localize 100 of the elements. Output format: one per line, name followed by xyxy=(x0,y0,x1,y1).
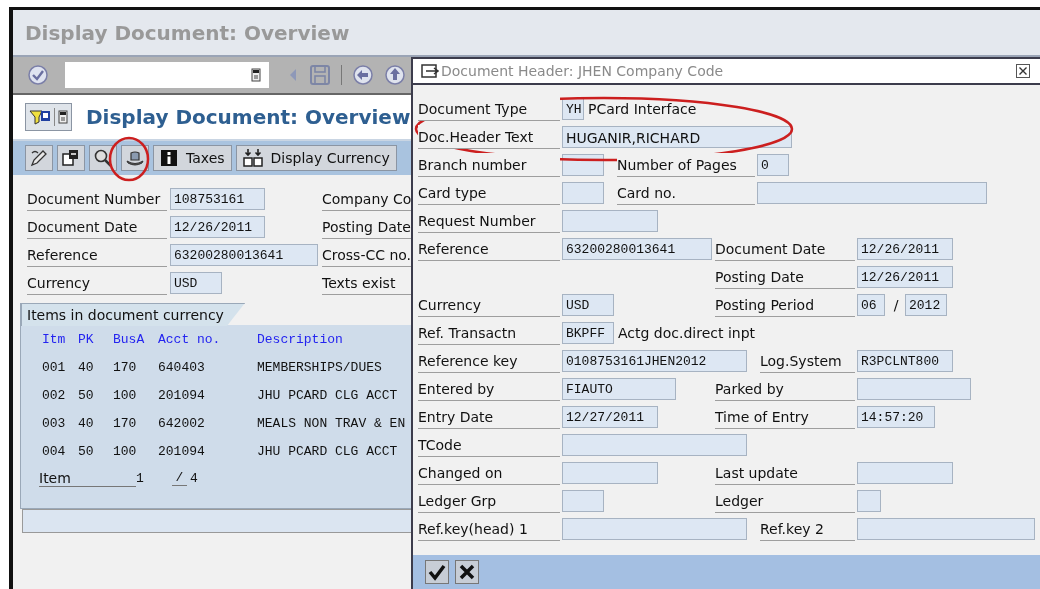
table-cell-text: 170 xyxy=(113,415,138,431)
save-icon[interactable] xyxy=(309,64,331,86)
window-title: Display Document: Overview xyxy=(25,20,350,45)
table-cell-text: JHU PCARD CLG ACCT xyxy=(257,443,399,459)
input-field[interactable]: 12/26/2011 xyxy=(170,216,265,238)
input-field[interactable]: 63200280013641 xyxy=(562,238,712,260)
command-field[interactable] xyxy=(65,62,269,88)
table-cell-text: 642002 xyxy=(158,415,206,431)
input-field[interactable] xyxy=(857,518,1035,540)
input-field[interactable]: 12/27/2011 xyxy=(562,406,658,428)
table-cell-text: 001 xyxy=(42,359,67,375)
input-field[interactable]: BKPFF xyxy=(562,322,614,344)
zoom-button[interactable] xyxy=(89,145,117,171)
table-cell-text: 50 xyxy=(78,387,95,403)
input-field[interactable]: USD xyxy=(170,272,222,294)
input-field[interactable]: R3PCLNT800 xyxy=(857,350,953,372)
table-cell-text: 40 xyxy=(78,415,95,431)
up-icon[interactable] xyxy=(384,64,406,86)
item-total: 4 xyxy=(189,470,198,486)
input-field[interactable]: 2012 xyxy=(905,294,947,316)
items-tab[interactable]: Items in document currency xyxy=(21,303,245,326)
table-cell-text: 170 xyxy=(113,359,138,375)
input-field[interactable]: 63200280013641 xyxy=(170,244,318,266)
input-field[interactable]: 06 xyxy=(857,294,885,316)
switch-button[interactable] xyxy=(57,145,85,171)
header-button[interactable] xyxy=(121,145,149,171)
item-position: 1 xyxy=(136,470,145,486)
field-label: Document Date xyxy=(27,215,167,239)
table-cell-text: 201094 xyxy=(158,387,206,403)
menu-button[interactable] xyxy=(25,103,72,131)
input-field[interactable] xyxy=(562,434,747,456)
field-text: Actg doc.direct inpt xyxy=(618,325,756,341)
taxes-button[interactable]: Taxes xyxy=(153,145,232,171)
close-icon[interactable] xyxy=(1016,64,1030,78)
table-cell-text: 100 xyxy=(113,387,138,403)
display-currency-button[interactable]: Display Currency xyxy=(235,145,397,171)
field-label: Doc.Header Text xyxy=(418,125,560,149)
magnifier-icon xyxy=(93,148,113,168)
table-cell-text: MEMBERSHIPS/DUES xyxy=(257,359,383,375)
input-field[interactable] xyxy=(562,182,604,204)
info-icon xyxy=(160,149,178,167)
input-field[interactable]: HUGANIR,RICHARD xyxy=(562,126,792,148)
dropdown-icon xyxy=(58,110,68,124)
input-field[interactable]: 108753161 xyxy=(170,188,265,210)
screen-title: Display Document: Overview xyxy=(86,105,411,129)
document-switch-icon xyxy=(61,148,81,168)
table-cell-text: 201094 xyxy=(158,443,206,459)
cancel-button[interactable] xyxy=(455,560,479,584)
input-field[interactable] xyxy=(757,182,987,204)
input-field[interactable]: YH xyxy=(562,98,584,120)
field-text: PCard Interface xyxy=(588,101,697,117)
cross-icon xyxy=(458,563,476,581)
back-icon[interactable] xyxy=(352,64,374,86)
column-header: Description xyxy=(257,331,344,347)
input-field[interactable]: 12/26/2011 xyxy=(857,266,953,288)
table-cell-text: 40 xyxy=(78,359,95,375)
field-label: Currency xyxy=(27,271,167,295)
table-cell-text: 002 xyxy=(42,387,67,403)
field-label: Number of Pages xyxy=(617,153,755,177)
column-header: PK xyxy=(78,331,95,347)
confirm-button[interactable] xyxy=(425,560,449,584)
dropdown-icon xyxy=(251,68,261,82)
hat-icon xyxy=(125,148,145,168)
edit-button[interactable] xyxy=(25,145,53,171)
check-icon xyxy=(428,563,446,581)
table-cell-text: 003 xyxy=(42,415,67,431)
dialog-icon xyxy=(421,63,439,79)
table-cell-text: 100 xyxy=(113,443,138,459)
input-field[interactable]: 14:57:20 xyxy=(857,406,935,428)
table-cell-text: 50 xyxy=(78,443,95,459)
input-field[interactable]: 0 xyxy=(757,154,789,176)
input-field[interactable] xyxy=(857,378,971,400)
field-label: Reference xyxy=(27,243,167,267)
display-change-icon xyxy=(29,108,51,126)
input-field[interactable]: 0108753161JHEN2012 xyxy=(562,350,747,372)
input-field[interactable] xyxy=(857,490,881,512)
separator-text: / xyxy=(892,297,900,313)
column-header: BusA xyxy=(113,331,146,347)
column-header: Acct no. xyxy=(158,331,222,347)
field-label: Document Type xyxy=(418,97,560,121)
table-cell-text: MEALS NON TRAV & EN xyxy=(257,415,407,431)
input-field[interactable]: USD xyxy=(562,294,614,316)
field-label: Branch number xyxy=(418,153,560,177)
input-field[interactable] xyxy=(562,210,658,232)
pencil-icon xyxy=(29,148,49,168)
item-separator: / xyxy=(172,470,187,486)
table-cell-text: 640403 xyxy=(158,359,206,375)
input-field[interactable] xyxy=(562,462,658,484)
grid-arrows-icon xyxy=(242,148,263,168)
input-field[interactable] xyxy=(562,518,747,540)
input-field[interactable] xyxy=(857,462,953,484)
check-icon[interactable] xyxy=(27,64,49,86)
input-field[interactable]: FIAUTO xyxy=(562,378,676,400)
field-label: Document Number xyxy=(27,187,167,211)
input-field[interactable]: 12/26/2011 xyxy=(857,238,953,260)
table-cell-text: 004 xyxy=(42,443,67,459)
item-label: Item xyxy=(39,469,136,487)
input-field[interactable] xyxy=(562,490,604,512)
table-cell-text: JHU PCARD CLG ACCT xyxy=(257,387,399,403)
dialog-title: Document Header: JHEN Company Code xyxy=(441,63,725,79)
